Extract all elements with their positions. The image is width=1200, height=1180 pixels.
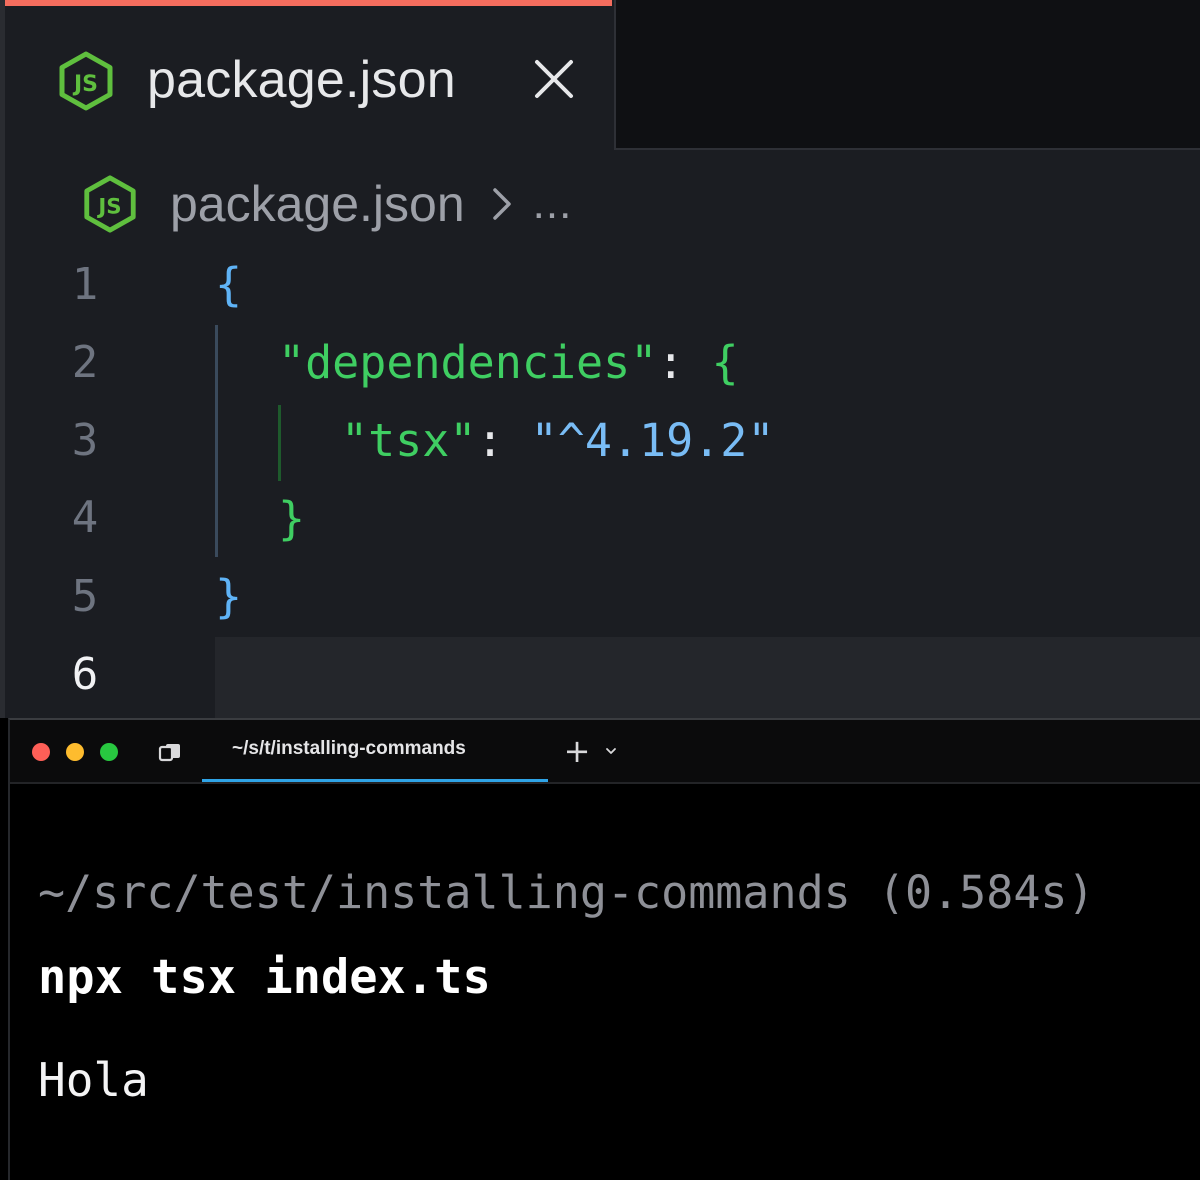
line-number: 2	[71, 337, 99, 388]
line-number-active: 6	[71, 649, 99, 700]
new-tab-button[interactable]: +	[562, 734, 592, 768]
code-line-3[interactable]: "tsx": "^4.19.2"	[341, 406, 775, 476]
svg-text:JS: JS	[96, 195, 121, 220]
terminal-window: ~/s/t/installing-commands + ~/src/test/i…	[8, 718, 1200, 1180]
tab-title: package.json	[147, 51, 456, 109]
brace-close: }	[278, 492, 306, 545]
json-key: dependencies	[305, 336, 631, 389]
tabbar-empty-area[interactable]	[614, 0, 1200, 150]
code-line-4[interactable]: }	[278, 484, 305, 554]
breadcrumb-file[interactable]: package.json	[170, 175, 465, 233]
colon: :	[657, 336, 712, 389]
svg-text:JS: JS	[72, 72, 98, 97]
breadcrumb-more[interactable]: ...	[533, 179, 573, 229]
quote: "	[341, 414, 369, 467]
code-line-1[interactable]: {	[215, 250, 242, 320]
chevron-right-icon	[492, 188, 511, 220]
indent-guide	[278, 405, 281, 481]
terminal-cwd: ~/src/test/installing-commands (0.584s)	[38, 866, 1095, 919]
brace-open: {	[215, 258, 243, 311]
colon: :	[476, 414, 531, 467]
terminal-tab-title: ~/s/t/installing-commands	[232, 738, 466, 759]
breadcrumb: JS package.json ...	[80, 168, 572, 240]
brace-close: }	[215, 570, 243, 623]
line-number: 1	[71, 259, 99, 310]
close-window-button[interactable]	[32, 743, 50, 761]
folder-tab-icon[interactable]	[158, 742, 182, 762]
editor-tab-package-json[interactable]: JS package.json	[5, 0, 612, 152]
line-number: 5	[71, 571, 99, 622]
code-line-6[interactable]	[215, 640, 1200, 710]
active-tab-accent	[5, 0, 612, 6]
terminal-titlebar: ~/s/t/installing-commands +	[10, 720, 1200, 784]
terminal-command[interactable]: npx tsx index.ts	[38, 950, 491, 1005]
indent-guide	[215, 325, 218, 557]
quote: "	[449, 414, 477, 467]
zoom-window-button[interactable]	[100, 743, 118, 761]
line-number: 3	[71, 415, 99, 466]
quote: "	[278, 336, 306, 389]
json-key: tsx	[368, 414, 450, 467]
json-value: "^4.19.2"	[530, 414, 775, 467]
active-tab-indicator	[202, 779, 548, 782]
code-line-2[interactable]: "dependencies": {	[278, 328, 739, 398]
brace-open: {	[711, 336, 739, 389]
nodejs-icon: JS	[59, 51, 113, 111]
code-line-5[interactable]: }	[215, 562, 242, 632]
terminal-tab[interactable]: ~/s/t/installing-commands	[202, 720, 548, 782]
code-editor: JS package.json JS package.json ... 1 2 …	[0, 0, 1200, 718]
quote: "	[630, 336, 658, 389]
terminal-output: Hola	[38, 1053, 149, 1107]
line-number: 4	[71, 492, 99, 543]
minimize-window-button[interactable]	[66, 743, 84, 761]
close-icon[interactable]	[531, 56, 577, 102]
chevron-down-icon[interactable]	[604, 745, 618, 757]
nodejs-icon: JS	[84, 175, 136, 233]
